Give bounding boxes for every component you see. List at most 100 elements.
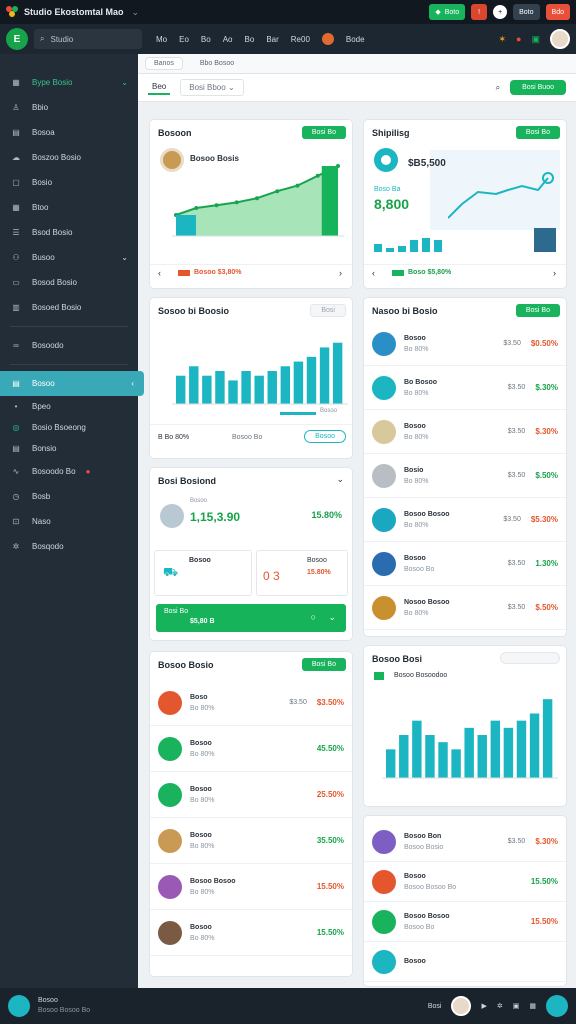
filter-dropdown[interactable]: Bosi Bboo ⌄ [180,79,244,96]
nav-item[interactable]: Bar [266,35,278,44]
chevron-down-icon[interactable]: ⌄ [336,474,344,485]
list-item[interactable]: Boso Bo 80% $3.50 $3.50% [150,680,352,726]
tb-button-3[interactable]: Bdo [545,4,570,20]
tab-main[interactable]: Beo [148,80,171,95]
sidebar-item-14[interactable]: ▤ Bonsio [0,438,138,459]
card-footer: Bosoo $3,80% [194,269,242,276]
sidebar-item-10[interactable]: ∞ Bosoodo [0,333,138,358]
sidebar-item-18[interactable]: ✲ Bosqodo [0,534,138,559]
sidebar-item-8[interactable]: ▭ Bosod Bosio [0,270,138,295]
list-item[interactable]: Bosoo Bo 80% 35.50% [150,818,352,864]
nav-item[interactable]: Bo [201,35,211,44]
avatar[interactable] [550,29,570,49]
list-item[interactable]: Bo Bosoo Bo 80% $3.50 $.30% [364,366,566,410]
sidebar-item-4[interactable]: ▢ Bosio [0,170,138,195]
chevron-right-icon[interactable]: › [553,268,556,278]
chat-icon[interactable] [546,995,568,1017]
nav-item[interactable]: Mo [156,35,167,44]
list-item[interactable]: Bosoo Bosoo Bosoo Bo 15.50% [364,862,566,902]
nav-item[interactable]: Ao [223,35,233,44]
outline-button[interactable]: Bosoo [304,430,346,443]
bar [228,380,238,404]
nav-item[interactable]: Re00 [291,35,310,44]
list-item[interactable]: Bosoo [364,942,566,982]
sidebar-item-1[interactable]: ♙ Bbio [0,95,138,120]
star-icon[interactable]: ✶ [499,34,507,45]
item-name: Bosoo [404,958,426,965]
chevron-down-icon[interactable]: ⌄ [132,7,140,18]
nav-item[interactable]: Eo [179,35,189,44]
brand-logo[interactable]: Ε [6,28,28,50]
bar [267,371,277,404]
card-shipping: Shipilisg Bosi Bo $B5,500 Boso Ba 8,800 … [364,120,566,288]
tb-button-2[interactable]: Boto [513,4,540,20]
nav-item[interactable]: Bode [346,35,365,44]
item-sub: Bo 80% [404,521,429,529]
list-item[interactable]: Bosoo Bosoo Bosoo Bo 15.50% [364,902,566,942]
search-icon[interactable]: ⌕ [496,83,500,93]
item-change: $5.30% [530,515,558,524]
item-sub: Bo 80% [404,345,429,353]
mini-card-2[interactable]: 0 3 Bosoo 15.80% [256,550,348,596]
data-point [295,183,300,188]
sidebar-item-6[interactable]: ☰ Bsod Bosio [0,220,138,245]
sidebar-item-11-active[interactable]: ▤ Bosoo ‹ [0,371,144,396]
card-summary: Bosi Bosiond ⌄ Bosoo 1,15,3.90 15.80% ⛟ … [150,468,352,640]
tab-0[interactable]: Banos [146,58,182,69]
play-icon[interactable]: ▶ [481,1002,486,1010]
sidebar-item-17[interactable]: ⊡ Naso [0,509,138,534]
list-item[interactable]: Bosoo Bo 80% 15.50% [150,910,352,956]
sidebar-item-0[interactable]: ▦ Bype Bosio ⌄ [0,70,138,95]
sidebar-item-3[interactable]: ☁ Boszoo Bosio [0,145,138,170]
search-input[interactable]: ⌕ Studio [34,29,142,49]
sidebar-item-9[interactable]: ▥ Bosoed Bosio [0,295,138,320]
chat-icon[interactable]: ▣ [531,34,540,45]
chevron-down-icon: ⌄ [328,612,336,622]
bar [306,356,317,404]
app-title: Studio Ekostomtal Mao [24,7,124,17]
plus-icon[interactable]: + [493,5,508,19]
list-item[interactable]: Bosoo Bosoo Bo 80% 15.50% [150,864,352,910]
settings-icon[interactable]: ✲ [497,1002,503,1010]
list-item[interactable]: Bosoo Bon Bosoo Bosio $3.50 $.30% [364,822,566,862]
card-action-button[interactable]: Bosi [310,304,346,317]
chevron-left-icon[interactable]: ‹ [372,268,375,278]
record-icon[interactable] [321,33,334,45]
chevron-left-icon[interactable]: ‹ [158,268,161,278]
card-action-button[interactable]: Bosi Bo [515,126,560,139]
list-item[interactable]: Bosoo Bo 80% $3.50 $0.50% [364,322,566,366]
chevron-right-icon[interactable]: › [339,268,342,278]
sidebar-item-5[interactable]: ▦ Btoo [0,195,138,220]
mini-card-1[interactable]: ⛟ Bosoo [154,550,252,596]
list-item[interactable]: Bosio Bo 80% $3.50 $.50% [364,454,566,498]
alert-icon[interactable]: ! [471,4,488,20]
sidebar-item-12[interactable]: • Bpeo [0,396,138,417]
sidebar-item-15[interactable]: ∿ Bosoodo Bo ● [0,459,138,484]
app-icon[interactable] [8,995,30,1017]
filter-pill[interactable] [500,652,560,664]
nav-item[interactable]: Bo [245,35,255,44]
avatar[interactable] [451,996,472,1016]
card-action-button[interactable]: Bosi Bo [301,126,346,139]
list-item[interactable]: Bosoo Bosoo Bo 80% $3.50 $5.30% [364,498,566,542]
sidebar-item-7[interactable]: ⚇ Busoo ⌄ [0,245,138,270]
sidebar-item-2[interactable]: ▤ Bosoa [0,120,138,145]
primary-button[interactable]: Bosi Buoo [510,80,566,95]
list-item[interactable]: Bosoo Bosoo Bo $3.50 1.30% [364,542,566,586]
card-action-button[interactable]: Bosi Bo [515,304,560,317]
notification-icon[interactable]: ● [516,34,521,44]
list-item[interactable]: Bosoo Bo 80% 45.50% [150,726,352,772]
bar [189,366,199,404]
sidebar-item-16[interactable]: ◷ Bosb [0,484,138,509]
list-item[interactable]: Bosoo Bo 80% $3.50 $.30% [364,410,566,454]
summary-bar[interactable]: Bosi Bo $5,80 B ○ ⌄ [156,604,346,632]
calendar-icon[interactable]: ▦ [529,1002,536,1010]
sidebar-item-13[interactable]: ◎ Bosio Bsoeong [0,417,138,438]
window-icon[interactable]: ▣ [513,1002,520,1010]
tab-1[interactable]: Bbo Bosoo [192,58,242,69]
card-action-button[interactable]: Bosi Bo [301,658,346,671]
list-item[interactable]: Bosoo Bo 80% 25.50% [150,772,352,818]
card-title: Sosoo bi Boosio [158,306,229,316]
list-item[interactable]: Nosoo Bosoo Bo 80% $3.50 $.50% [364,586,566,630]
tb-button-1[interactable]: ◆ Boto [429,4,466,20]
